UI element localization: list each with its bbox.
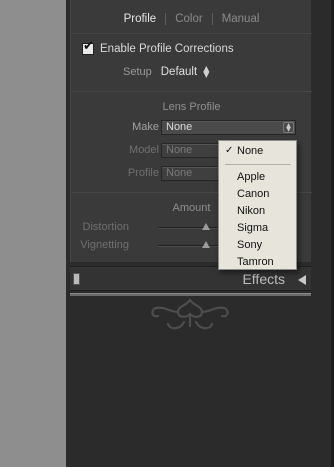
vignetting-slider-thumb[interactable] [202, 241, 210, 248]
distortion-slider-thumb[interactable] [202, 223, 210, 230]
panel-switch-icon[interactable] [73, 273, 80, 285]
menu-item-label: None [237, 145, 264, 157]
make-dropdown-menu: ✓ None Apple Canon Nikon Sigma Sony Tamr… [218, 140, 297, 270]
checkmark-icon: ✓ [225, 145, 234, 156]
menu-item-canon[interactable]: Canon [219, 186, 296, 202]
lens-profile-title: Lens Profile [162, 101, 221, 113]
make-select[interactable]: None ▲ ▼ [161, 120, 296, 135]
tab-profile[interactable]: Profile [115, 13, 166, 25]
collapse-arrow-icon[interactable] [298, 275, 306, 285]
model-label: Model [129, 144, 159, 156]
model-value: None [166, 144, 193, 156]
menu-item-label: Tamron [237, 256, 274, 268]
setup-row: Setup Default ▲ ▼ [123, 64, 210, 79]
setup-label: Setup [123, 66, 152, 78]
menu-separator [225, 164, 291, 165]
enable-profile-label: Enable Profile Corrections [100, 43, 234, 55]
left-gutter [0, 0, 66, 467]
up-down-arrows-icon: ▲ ▼ [203, 64, 210, 79]
make-value: None [166, 121, 193, 133]
tab-manual[interactable]: Manual [213, 13, 269, 25]
profile-label: Profile [127, 167, 159, 179]
vignetting-label: Vignetting [80, 239, 129, 251]
menu-item-label: Apple [237, 171, 266, 183]
setup-popup[interactable]: Default ▲ ▼ [160, 64, 210, 79]
enable-profile-row[interactable]: ✔ Enable Profile Corrections [82, 39, 234, 55]
setup-value: Default [160, 66, 198, 78]
section-divider [71, 91, 312, 92]
distortion-label: Distortion [82, 221, 129, 233]
effects-panel-label: Effects [242, 271, 285, 287]
menu-item-label: Sony [237, 239, 263, 251]
tab-color[interactable]: Color [166, 13, 211, 25]
tabs-divider [71, 33, 312, 34]
menu-item-sony[interactable]: Sony [219, 237, 296, 253]
menu-item-label: Nikon [237, 205, 266, 217]
make-label: Make [132, 121, 159, 133]
menu-item-apple[interactable]: Apple [219, 169, 296, 185]
checkmark-icon: ✔ [83, 39, 94, 54]
distortion-slider[interactable] [158, 223, 218, 230]
menu-item-label: Canon [237, 188, 270, 200]
select-stepper-icon: ▲ ▼ [283, 122, 294, 133]
enable-profile-checkbox[interactable]: ✔ [82, 39, 94, 55]
menu-item-label: Sigma [237, 222, 269, 234]
make-row: Make None ▲ ▼ [71, 120, 312, 136]
menu-item-none[interactable]: ✓ None [219, 143, 296, 159]
panel-end-ornament-icon [151, 298, 229, 330]
tab-bar: Profile Color Manual [71, 8, 312, 30]
profile-value: None [166, 167, 193, 179]
menu-item-sigma[interactable]: Sigma [219, 220, 296, 236]
menu-item-tamron[interactable]: Tamron [219, 254, 296, 270]
vignetting-slider[interactable] [158, 241, 218, 248]
menu-item-nikon[interactable]: Nikon [219, 203, 296, 219]
